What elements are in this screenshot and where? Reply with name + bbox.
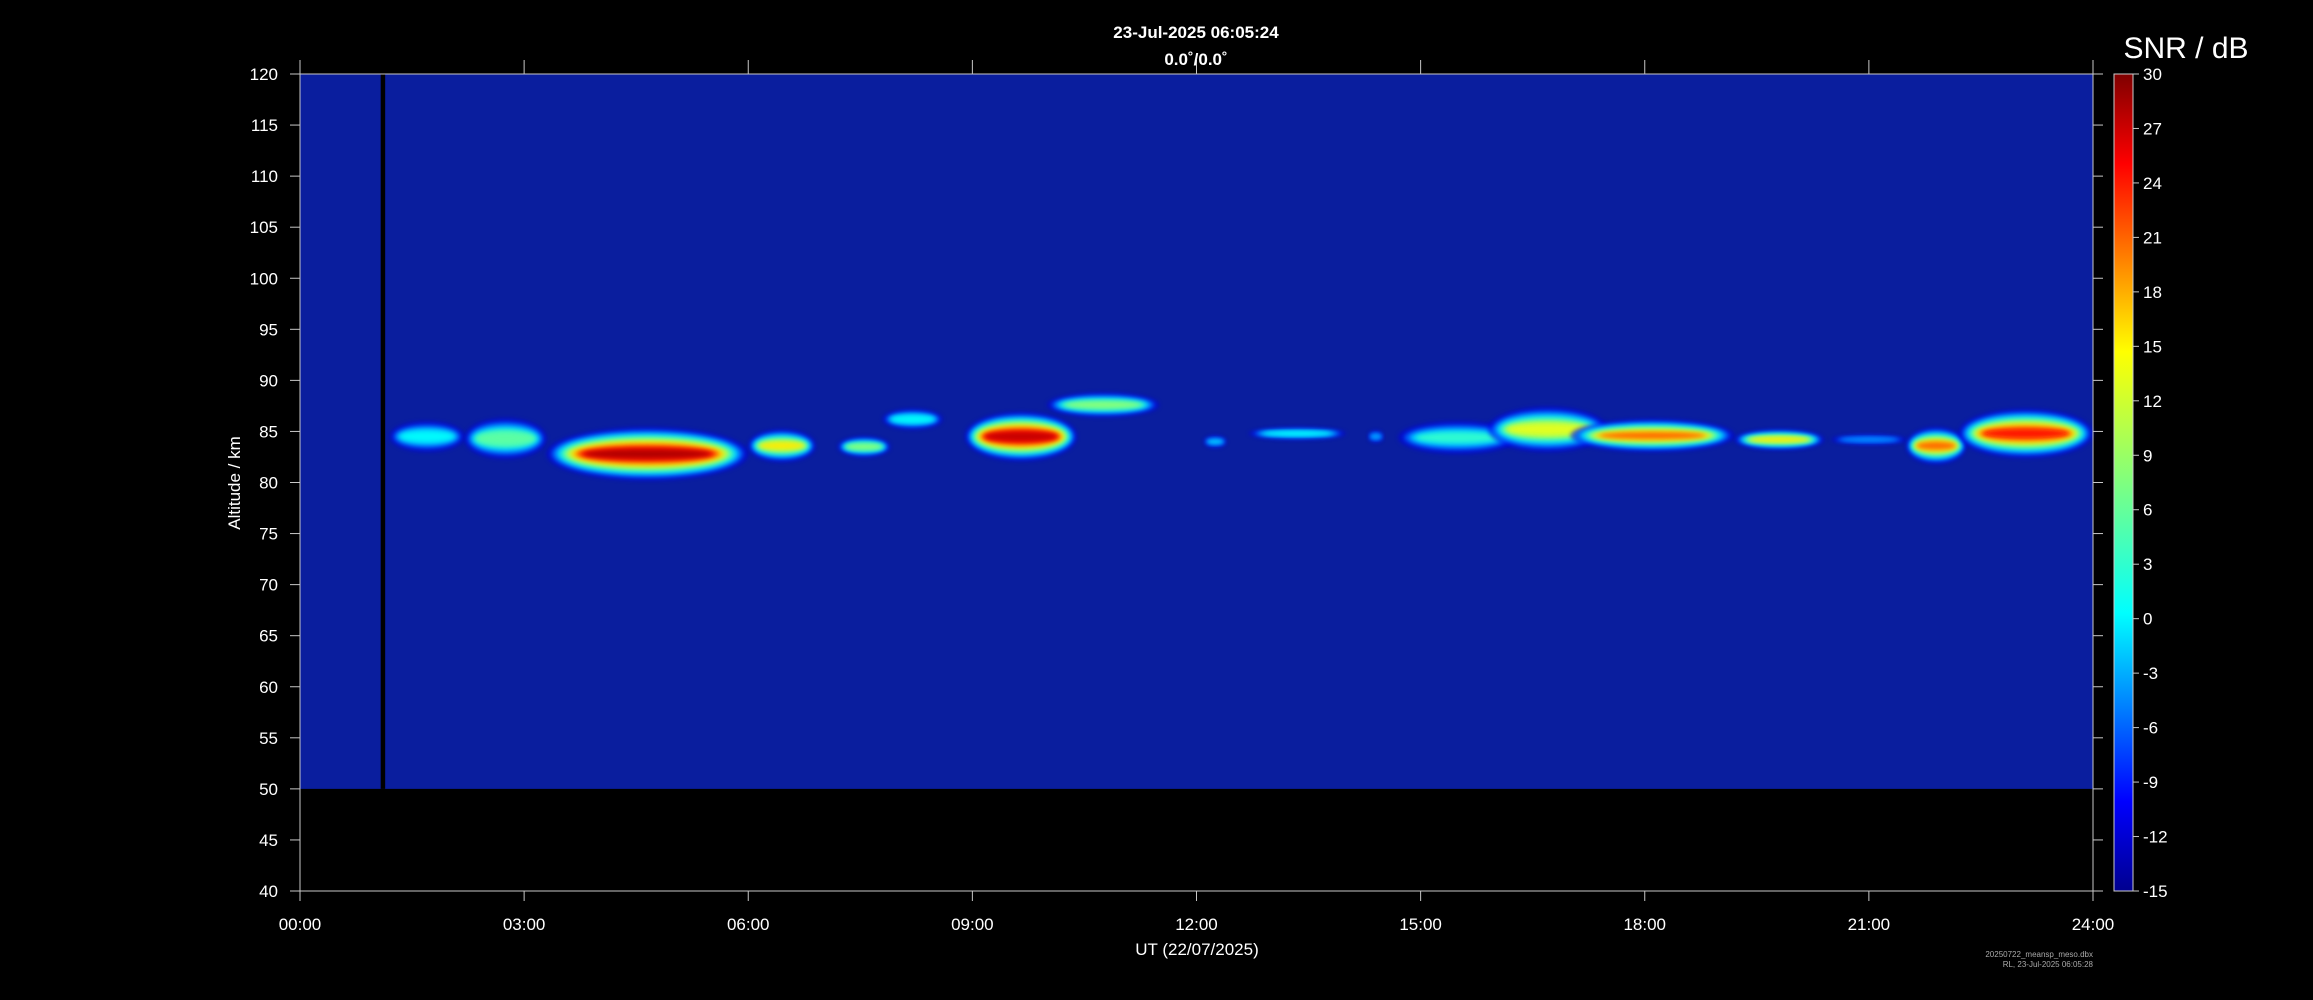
x-tick-label: 03:00 <box>503 915 546 934</box>
echo-level <box>1983 429 2069 438</box>
echo-layer-5 <box>882 408 943 430</box>
echo-level <box>1916 442 1956 450</box>
colorbar-tick-label: -15 <box>2143 882 2168 901</box>
y-tick-label: 105 <box>250 218 278 237</box>
colorbar-tick-label: 27 <box>2143 119 2162 138</box>
y-tick-label: 45 <box>259 831 278 850</box>
echo-level <box>759 441 804 450</box>
colorbar-tick-label: 3 <box>2143 555 2152 574</box>
echo-layer-0 <box>389 421 465 452</box>
echo-layer-17 <box>1958 408 2093 458</box>
echo-level <box>400 431 454 442</box>
y-tick-label: 110 <box>251 167 278 186</box>
chart-title: 23-Jul-2025 06:05:24 <box>1113 23 1279 42</box>
colorbar-tick-label: 15 <box>2143 337 2162 356</box>
y-tick-label: 75 <box>259 525 278 544</box>
echo-layer-7 <box>1047 392 1160 418</box>
x-axis-label: UT (22/07/2025) <box>1135 940 1258 959</box>
colorbar-tick-label: 12 <box>2143 392 2162 411</box>
colorbar-tick-label: -12 <box>2143 828 2168 847</box>
colorbar-tick-label: 18 <box>2143 283 2162 302</box>
echo-layer-6 <box>964 412 1077 462</box>
colorbar-tick-label: 30 <box>2143 65 2162 84</box>
colorbar-label: SNR / dB <box>2123 32 2248 65</box>
colorbar-tick-label: -6 <box>2143 719 2158 738</box>
colorbar-tick-label: 24 <box>2143 174 2162 193</box>
x-tick-label: 15:00 <box>1399 915 1442 934</box>
colorbar-tick-label: 21 <box>2143 228 2162 247</box>
footer-run: RL, 23-Jul-2025 06:05:28 <box>2003 960 2094 969</box>
echo-layer-1 <box>464 418 547 460</box>
echo-level <box>986 432 1056 441</box>
heatmap-field <box>300 74 2093 789</box>
echo-layer-8 <box>1203 435 1227 448</box>
echo-layer-13 <box>1570 419 1735 452</box>
y-tick-label: 50 <box>259 780 278 799</box>
echo-level <box>1065 401 1141 409</box>
echo-layer-15 <box>1831 434 1907 445</box>
echo-level <box>1206 439 1224 445</box>
x-tick-label: 06:00 <box>727 915 770 934</box>
y-tick-label: 80 <box>259 474 278 493</box>
footer-file: 20250722_meansp_meso.dbx <box>1985 950 2093 959</box>
y-tick-label: 60 <box>259 678 278 697</box>
echo-layer-14 <box>1734 429 1825 450</box>
y-tick-label: 70 <box>259 576 278 595</box>
y-tick-label: 55 <box>259 729 278 748</box>
y-tick-label: 115 <box>251 116 278 135</box>
echo-layer-9 <box>1248 427 1346 440</box>
echo-level <box>477 433 534 445</box>
echo-layer-3 <box>748 429 816 463</box>
x-tick-label: 21:00 <box>1848 915 1891 934</box>
colorbar-tick-label: -3 <box>2143 664 2158 683</box>
chart-stage: 40 45 50 55 60 65 70 75 80 85 90 95 100 105 110 115 120 0… <box>0 0 2313 1000</box>
chart-svg: 4045505560657075808590951001051101151200… <box>225 23 2249 969</box>
y-tick-label: 90 <box>259 371 278 390</box>
echo-level <box>584 449 711 459</box>
colorbar: 302724211815129630-3-6-9-12-15 <box>2113 65 2168 901</box>
y-tick-label: 85 <box>259 422 278 441</box>
colorbar-tick-label: 9 <box>2143 446 2152 465</box>
data-region <box>300 74 2093 789</box>
colorbar-ticks: 302724211815129630-3-6-9-12-15 <box>2133 65 2168 901</box>
y-tick-label: 120 <box>250 65 278 84</box>
colorbar-gradient <box>2113 73 2134 892</box>
echo-level <box>1370 433 1382 440</box>
echo-layer-16 <box>1906 427 1966 465</box>
echo-level <box>1416 432 1500 444</box>
y-tick-label: 95 <box>259 320 278 339</box>
y-axis-label: Altitude / km <box>225 436 244 530</box>
echo-level <box>1841 437 1897 442</box>
colorbar-tick-label: -9 <box>2143 773 2158 792</box>
colorbar-tick-label: 6 <box>2143 501 2152 520</box>
x-tick-label: 09:00 <box>951 915 994 934</box>
y-tick-label: 65 <box>259 627 278 646</box>
x-tick-label: 00:00 <box>279 915 322 934</box>
y-tick-label: 40 <box>259 882 278 901</box>
echo-layer-2 <box>546 427 749 481</box>
x-tick-label: 18:00 <box>1623 915 1666 934</box>
echo-level <box>1263 431 1332 436</box>
colorbar-tick-label: 0 <box>2143 610 2152 629</box>
chart-subtitle: 0.0˚/0.0˚ <box>1164 50 1227 69</box>
data-gap <box>380 74 386 789</box>
echo-level <box>1749 437 1809 442</box>
echo-layer-10 <box>1368 430 1384 443</box>
x-tick-label: 24:00 <box>2072 915 2115 934</box>
echo-level <box>891 415 934 423</box>
echo-level <box>846 443 882 450</box>
x-tick-label: 12:00 <box>1175 915 1218 934</box>
echo-layer-4 <box>837 436 891 457</box>
y-tick-label: 100 <box>250 269 278 288</box>
echo-level <box>1599 432 1705 439</box>
